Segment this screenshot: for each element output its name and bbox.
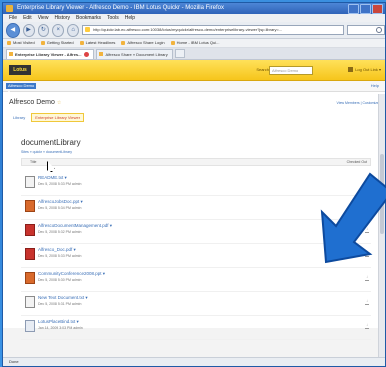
column-checked-out[interactable]: Checked Out xyxy=(347,159,367,165)
text-file-icon xyxy=(25,176,35,188)
list-item[interactable]: README.txt ▾ Dec 5, 2008 5:33 PM admin xyxy=(21,172,371,196)
site-title-text: Alfresco Demo xyxy=(9,99,55,106)
tab-label: Enterprise Library Viewer - Alfres... xyxy=(15,52,82,57)
file-meta: Dec 5, 2008 5:32 PM admin xyxy=(38,230,82,234)
scrollbar-thumb[interactable] xyxy=(380,154,384,234)
nav-library[interactable]: Library xyxy=(9,113,29,122)
menu-file[interactable]: File xyxy=(9,14,17,22)
site-title: Alfresco Demo ☆ xyxy=(9,99,61,106)
text-file-icon xyxy=(25,296,35,308)
powerpoint-file-icon xyxy=(25,272,35,284)
page-scrollbar[interactable] xyxy=(378,94,385,360)
header-search-label: Search xyxy=(256,67,269,72)
breadcrumb[interactable]: Sites » quickr » documentLibrary xyxy=(21,150,72,154)
close-button[interactable] xyxy=(372,4,383,14)
menu-help[interactable]: Help xyxy=(125,14,135,22)
file-list: README.txt ▾ Dec 5, 2008 5:33 PM admin A… xyxy=(21,172,371,340)
sub-header: Alfresco Demo ▾ Help xyxy=(3,81,385,94)
bookmark-getting-started[interactable]: Getting Started xyxy=(41,39,74,47)
site-nav: Library Enterprise Library Viewer xyxy=(9,113,85,122)
navigation-toolbar: ◀ ▶ ↻ × ⌂ http://quickr.lab.ec.alfresco.… xyxy=(3,22,385,39)
app-header: Lotus Search Alfresco Demo Log Out Link … xyxy=(3,60,385,81)
file-name-link[interactable]: LotusPlaceBind.txt ▾ xyxy=(38,319,79,325)
file-name-link[interactable]: README.txt ▾ xyxy=(38,175,67,181)
header-search-input[interactable]: Alfresco Demo xyxy=(269,66,313,75)
tab-library-viewer[interactable]: Enterprise Library Viewer - Alfres... xyxy=(6,49,95,59)
window-title: Enterprise Library Viewer - Alfresco Dem… xyxy=(17,5,224,11)
file-meta: Jan 14, 2009 3:03 PM admin xyxy=(38,326,83,330)
maximize-button[interactable] xyxy=(360,4,371,14)
file-meta: Dec 5, 2008 5:33 PM admin xyxy=(38,182,82,186)
home-button[interactable]: ⌂ xyxy=(67,23,80,37)
column-title[interactable]: Title xyxy=(30,159,36,165)
menu-history[interactable]: History xyxy=(54,14,70,22)
library-title: documentLibrary xyxy=(21,138,81,147)
file-name-link[interactable]: AlfrescoJobsDoc.ppt ▾ xyxy=(38,199,83,205)
browser-search-field[interactable] xyxy=(347,25,385,35)
browser-window: Enterprise Library Viewer - Alfresco Dem… xyxy=(2,2,386,367)
download-icon[interactable]: ↓ xyxy=(365,275,369,281)
powerpoint-file-icon xyxy=(25,200,35,212)
bookmark-most-visited[interactable]: Most Visited xyxy=(7,39,35,47)
lotus-logo: Lotus xyxy=(9,65,31,75)
stop-button[interactable]: × xyxy=(52,23,65,37)
file-name-link[interactable]: AlfrescoDocumentManagement.pdf ▾ xyxy=(38,223,112,229)
file-meta: Dec 5, 2008 5:31 PM admin xyxy=(38,302,82,306)
status-bar: Done xyxy=(3,357,385,366)
file-name-link[interactable]: CommunityConference2008.ppt ▾ xyxy=(38,271,105,277)
list-item[interactable]: AlfrescoJobsDoc.ppt ▾ Dec 5, 2008 5:34 P… xyxy=(21,196,371,220)
list-item[interactable]: Alfresco_Doc.pdf ▾ Dec 5, 2008 5:33 PM a… xyxy=(21,244,371,268)
minimize-button[interactable] xyxy=(348,4,359,14)
download-icon[interactable]: ↓ xyxy=(365,299,369,305)
menu-tools[interactable]: Tools xyxy=(107,14,119,22)
list-item[interactable]: LotusPlaceBind.txt ▾ Jan 14, 2009 3:03 P… xyxy=(21,316,371,340)
list-item[interactable]: AlfrescoDocumentManagement.pdf ▾ Dec 5, … xyxy=(21,220,371,244)
download-icon[interactable]: ↓ xyxy=(365,323,369,329)
file-meta: Dec 5, 2008 5:33 PM admin xyxy=(38,254,82,258)
tab-strip: Enterprise Library Viewer - Alfres... Al… xyxy=(3,48,385,60)
forward-button[interactable]: ▶ xyxy=(22,23,35,37)
bookmarks-toolbar: Most Visited Getting Started Latest Head… xyxy=(3,39,385,48)
pdf-file-icon xyxy=(25,248,35,260)
tab-label: Alfresco Share » Document Library xyxy=(105,52,168,57)
back-button[interactable]: ◀ xyxy=(6,22,20,38)
bookmark-latest-headlines[interactable]: Latest Headlines xyxy=(80,39,116,47)
file-name-link[interactable]: New Text Document.txt ▾ xyxy=(38,295,88,301)
site-menu-button[interactable]: Alfresco Demo ▾ xyxy=(6,83,36,94)
pdf-file-icon xyxy=(25,224,35,236)
reload-button[interactable]: ↻ xyxy=(37,23,50,37)
file-meta: Dec 5, 2008 5:34 PM admin xyxy=(38,206,82,210)
file-name-link[interactable]: Alfresco_Doc.pdf ▾ xyxy=(38,247,76,253)
menu-bar: File Edit View History Bookmarks Tools H… xyxy=(3,14,385,22)
window-titlebar: Enterprise Library Viewer - Alfresco Dem… xyxy=(3,3,385,14)
download-icon[interactable]: ↓ xyxy=(365,251,369,257)
address-bar[interactable]: http://quickr.lab.ec.alfresco.com:10038/… xyxy=(82,25,345,35)
help-link[interactable]: Help xyxy=(371,83,379,88)
menu-view[interactable]: View xyxy=(38,14,49,22)
new-tab-button[interactable] xyxy=(174,49,185,58)
nav-enterprise-library-viewer[interactable]: Enterprise Library Viewer xyxy=(31,113,85,122)
tab-alfresco-share[interactable]: Alfresco Share » Document Library xyxy=(96,49,173,59)
menu-edit[interactable]: Edit xyxy=(23,14,32,22)
bookmark-lotus-home[interactable]: Home - IBM Lotus Qui... xyxy=(171,39,220,47)
file-meta: Dec 5, 2008 5:30 PM admin xyxy=(38,278,82,282)
list-header: Title Checked Out xyxy=(21,158,371,166)
document-file-icon xyxy=(25,320,35,332)
list-item[interactable]: CommunityConference2008.ppt ▾ Dec 5, 200… xyxy=(21,268,371,292)
menu-bookmarks[interactable]: Bookmarks xyxy=(76,14,101,22)
page-content: Alfresco Demo ☆ View Members | Customize … xyxy=(3,92,385,340)
list-item[interactable]: New Text Document.txt ▾ Dec 5, 2008 5:31… xyxy=(21,292,371,316)
site-links[interactable]: View Members | Customize xyxy=(337,101,379,105)
favorite-star-icon[interactable]: ☆ xyxy=(57,100,61,106)
firefox-icon xyxy=(6,5,13,12)
close-tab-icon[interactable] xyxy=(84,52,90,57)
header-user-links[interactable]: Log Out Link ▾ xyxy=(348,66,381,73)
bookmark-alfresco-share[interactable]: Alfresco Share Login xyxy=(121,39,164,47)
download-icon[interactable]: ↓ xyxy=(365,227,369,233)
